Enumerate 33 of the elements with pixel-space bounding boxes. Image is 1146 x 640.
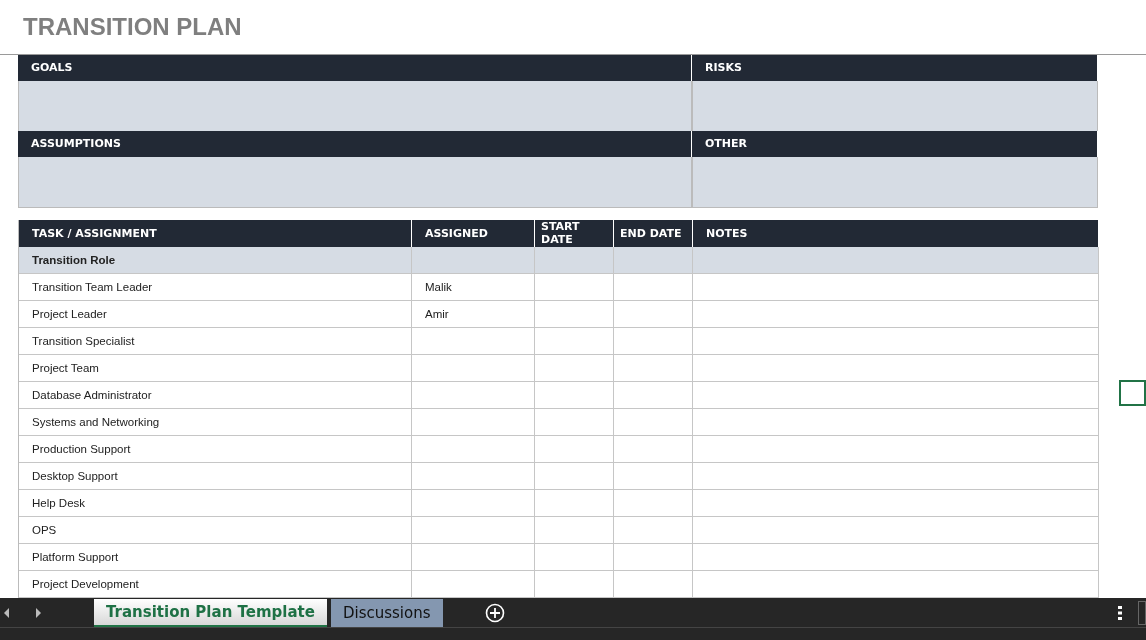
table-cell: Project Leader (19, 300, 412, 328)
section-header: RISKS (692, 54, 1098, 81)
section-header: GOALS (18, 54, 692, 81)
add-sheet-icon[interactable] (484, 602, 505, 623)
column-header: NOTES (693, 219, 1099, 247)
more-options-icon[interactable] (1118, 605, 1122, 620)
table-cell: Project Team (19, 354, 412, 382)
sheet-tab[interactable]: Discussions (330, 598, 443, 627)
cell-selection (1119, 379, 1146, 406)
scroll-right-icon[interactable] (36, 607, 42, 618)
column-header: TASK / ASSIGNMENT (19, 219, 412, 247)
group-label: Transition Role (19, 246, 412, 274)
table-cell: Database Administrator (19, 381, 412, 409)
sheet-tab[interactable]: Transition Plan Template (94, 598, 327, 627)
table-cell: Help Desk (19, 489, 412, 517)
column-header: START DATE (535, 219, 614, 247)
table-cell: Transition Specialist (19, 327, 412, 355)
table-cell: Amir (412, 300, 535, 328)
table-cell: Desktop Support (19, 462, 412, 490)
scrollbar[interactable] (1138, 600, 1146, 625)
section-header: OTHER (692, 130, 1098, 157)
scroll-left-icon[interactable] (4, 607, 10, 618)
section-header: ASSUMPTIONS (18, 130, 692, 157)
sheet-title: TRANSITION PLAN (23, 12, 242, 41)
column-header: END DATE (614, 219, 693, 247)
table-cell: Platform Support (19, 543, 412, 571)
table-cell: Production Support (19, 435, 412, 463)
table-cell: Malik (412, 273, 535, 301)
table-cell: Transition Team Leader (19, 273, 412, 301)
table-cell: Systems and Networking (19, 408, 412, 436)
table-cell: Project Development (19, 570, 412, 598)
table-cell: OPS (19, 516, 412, 544)
column-header: ASSIGNED (412, 219, 535, 247)
